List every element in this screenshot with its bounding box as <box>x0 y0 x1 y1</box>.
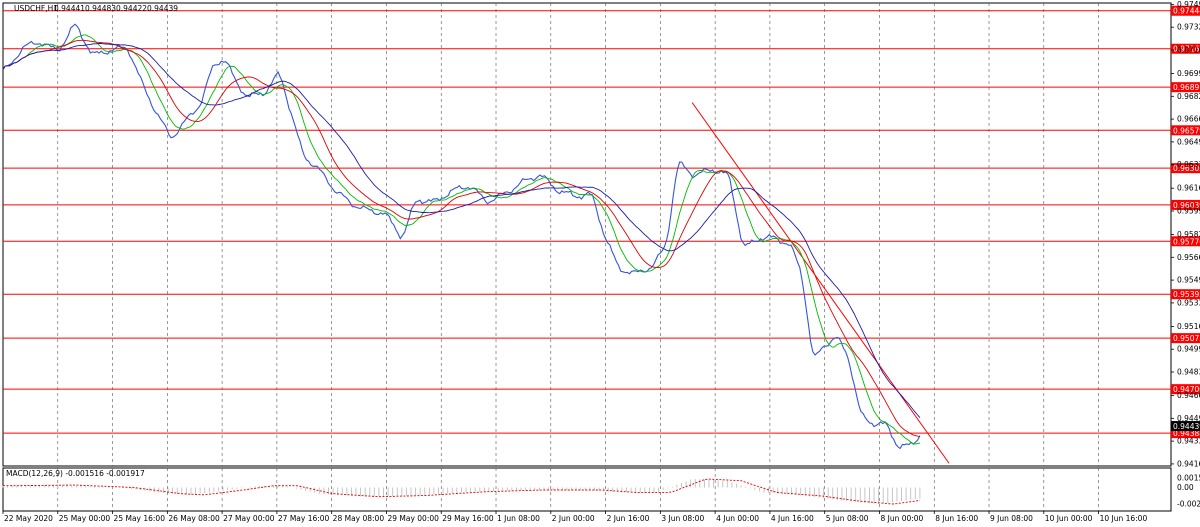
y-tick-label: 0.96495 <box>1177 137 1200 146</box>
macd-label: MACD(12,26,9) -0.001516 -0.001917 <box>6 469 145 478</box>
y-tick-label: 0.94330 <box>1177 437 1200 446</box>
chart-header-low: 0.94422 <box>116 4 147 13</box>
y-tick-label: 0.96330 <box>1177 160 1200 169</box>
y-tick-label: 0.95160 <box>1177 322 1200 331</box>
current-price-label: 0.94439 <box>1173 422 1200 431</box>
x-tick-label: 2 Jun 00:00 <box>552 514 595 523</box>
x-tick-label: 4 Jun 00:00 <box>716 514 759 523</box>
x-tick-label: 8 Jun 00:00 <box>880 514 923 523</box>
macd-y-label: 0.001547 <box>1177 474 1200 483</box>
macd-y-label: -0.002714 <box>1177 500 1200 509</box>
y-tick-label: 0.95995 <box>1177 207 1200 216</box>
x-tick-label: 25 May 16:00 <box>114 514 166 523</box>
trading-chart: 0.974440.971690.968910.965790.963050.960… <box>0 0 1200 527</box>
x-tick-label: 22 May 2020 <box>4 514 53 523</box>
y-tick-label: 0.95495 <box>1177 276 1200 285</box>
y-tick-label: 0.94495 <box>1177 414 1200 423</box>
macd-y-label: 0.00 <box>1177 483 1194 492</box>
y-tick-label: 0.96660 <box>1177 115 1200 124</box>
y-tick-label: 0.94830 <box>1177 368 1200 377</box>
y-tick-label: 0.96825 <box>1177 92 1200 101</box>
y-tick-label: 0.94165 <box>1177 459 1200 468</box>
x-tick-label: 25 May 00:00 <box>59 514 111 523</box>
x-tick-label: 26 May 08:00 <box>168 514 220 523</box>
chart-header-symbol: USDCHF,H1 <box>14 4 58 13</box>
y-tick-label: 0.95825 <box>1177 230 1200 239</box>
x-tick-label: 9 Jun 08:00 <box>990 514 1033 523</box>
x-tick-label: 1 Jun 08:00 <box>497 514 540 523</box>
x-tick-label: 27 May 00:00 <box>223 514 275 523</box>
x-tick-label: 10 Jun 00:00 <box>1045 514 1093 523</box>
y-tick-label: 0.95330 <box>1177 298 1200 307</box>
x-tick-label: 29 May 00:00 <box>387 514 439 523</box>
y-tick-label: 0.94660 <box>1177 391 1200 400</box>
y-tick-label: 0.97325 <box>1177 23 1200 32</box>
x-tick-label: 2 Jun 16:00 <box>607 514 650 523</box>
chart-background <box>0 0 1200 527</box>
x-tick-label: 8 Jun 16:00 <box>935 514 978 523</box>
y-tick-label: 0.96990 <box>1177 69 1200 78</box>
x-tick-label: 3 Jun 08:00 <box>661 514 704 523</box>
chart-header-open: 0.94441 <box>54 4 85 13</box>
price-level-label: 0.95075 <box>1173 334 1200 343</box>
x-tick-label: 28 May 08:00 <box>333 514 385 523</box>
y-tick-label: 0.95660 <box>1177 253 1200 262</box>
y-tick-label: 0.96160 <box>1177 184 1200 193</box>
y-tick-label: 0.94995 <box>1177 345 1200 354</box>
x-tick-label: 10 Jun 16:00 <box>1100 514 1148 523</box>
price-level-label: 0.96579 <box>1173 126 1200 135</box>
x-tick-label: 5 Jun 08:00 <box>826 514 869 523</box>
x-tick-label: 4 Jun 16:00 <box>771 514 814 523</box>
chart-header-close: 0.94439 <box>147 4 178 13</box>
x-tick-label: 27 May 16:00 <box>278 514 330 523</box>
y-tick-label: 0.97490 <box>1177 0 1200 9</box>
y-tick-label: 0.97160 <box>1177 45 1200 54</box>
x-tick-label: 29 May 16:00 <box>442 514 494 523</box>
chart-header-high: 0.94483 <box>85 4 116 13</box>
